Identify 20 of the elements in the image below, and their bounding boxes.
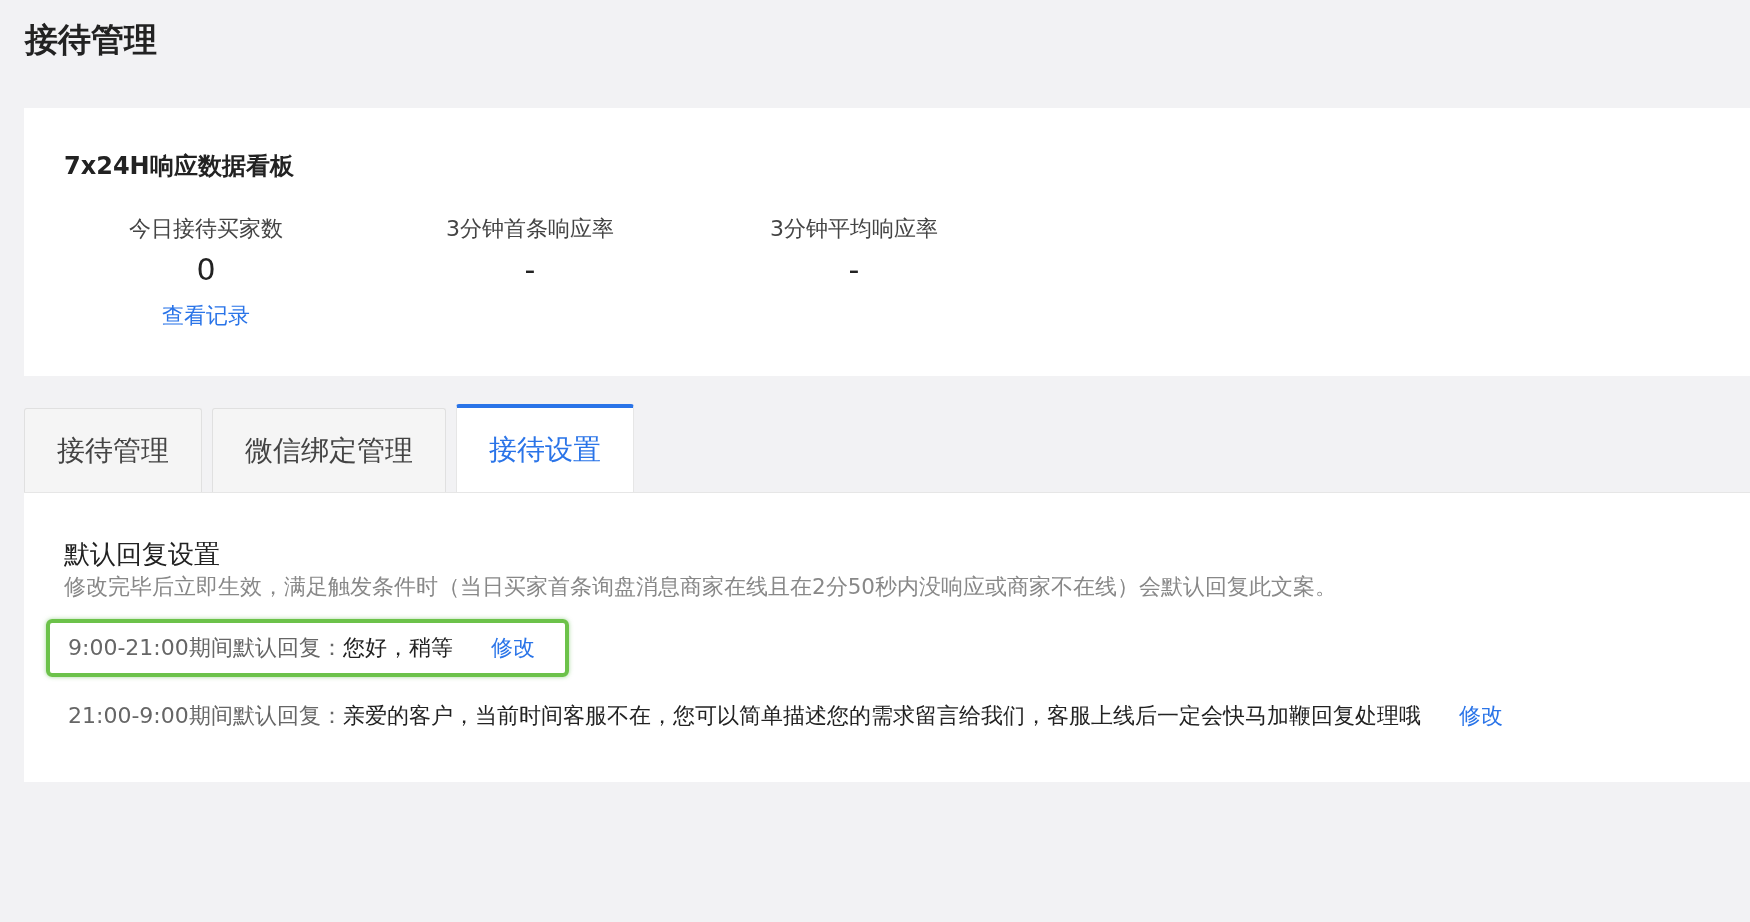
stat-label: 3分钟首条响应率 (446, 215, 614, 243)
reply-text: 您好，稍等 (342, 634, 453, 662)
edit-link[interactable]: 修改 (490, 633, 535, 663)
tab[interactable]: 接待设置 (456, 404, 634, 492)
stat-value: - (524, 252, 536, 287)
stat-label: 今日接待买家数 (129, 215, 283, 243)
page-title: 接待管理 (25, 19, 157, 61)
tab[interactable]: 微信绑定管理 (212, 408, 446, 492)
view-records-link[interactable]: 查看记录 (162, 301, 250, 331)
reply-label: 9:00-21:00期间默认回复： (68, 634, 343, 662)
card-title: 7x24H响应数据看板 (64, 151, 294, 182)
stat-value: 0 (196, 252, 216, 287)
reply-label: 21:00-9:00期间默认回复： (68, 702, 343, 730)
description-text: 修改完毕后立即生效，满足触发条件时（当日买家首条询盘消息商家在线且在2分50秒内没响应或商家不在线）会默认回复此文案。 (64, 574, 1338, 599)
reply-text: 亲爱的客户，当前时间客服不在，您可以简单描述您的需求留言给我们，客服上线后一定会快马加鞭回复处理哦 (342, 702, 1421, 730)
stat-label: 3分钟平均响应率 (770, 215, 938, 243)
section-title: 默认回复设置 (64, 538, 220, 571)
stat-value: - (848, 252, 860, 287)
tab[interactable]: 接待管理 (24, 408, 202, 492)
edit-link[interactable]: 修改 (1458, 701, 1503, 731)
